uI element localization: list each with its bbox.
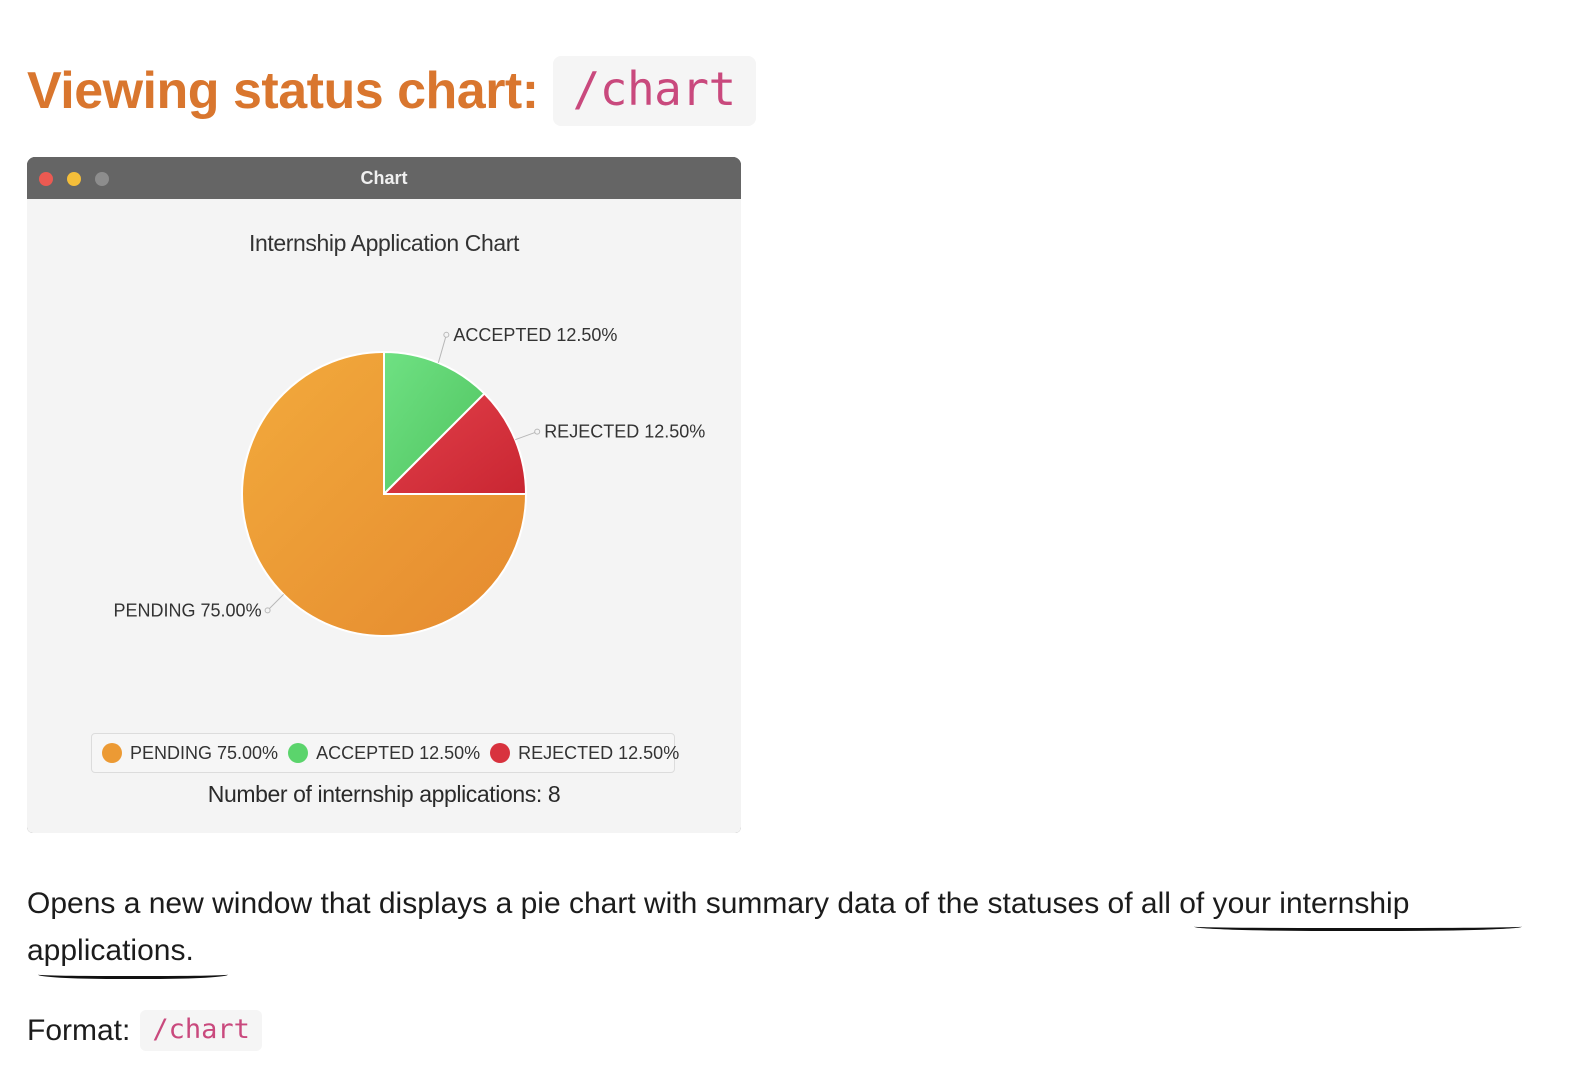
handwritten-underline-1 — [1194, 920, 1522, 931]
window-body: Internship Application Chart ACCEPTED 12… — [27, 199, 741, 833]
application-count: Number of internship applications: 8 — [207, 781, 561, 807]
legend-swatch-pending — [102, 743, 122, 763]
legend-item-rejected: REJECTED 12.50% — [490, 743, 679, 764]
legend-item-accepted: ACCEPTED 12.50% — [288, 743, 480, 764]
window-title: Chart — [360, 168, 408, 188]
legend-item-pending: PENDING 75.00% — [102, 743, 278, 764]
callout-dot-rejected — [534, 428, 541, 435]
legend-label-accepted: ACCEPTED 12.50% — [316, 742, 481, 763]
slice-label-pending: PENDING 75.00% — [114, 600, 262, 620]
format-label: Format: — [27, 1013, 131, 1047]
window-titlebar[interactable]: Chart — [27, 157, 741, 199]
chart-title: Internship Application Chart — [249, 230, 520, 256]
chart-window: Chart Internship Application Chart ACCEP… — [27, 157, 741, 833]
legend-swatch-accepted — [288, 743, 309, 763]
heading-command-code: /chart — [552, 56, 756, 126]
format-command-code: /chart — [140, 1010, 262, 1051]
legend-label-pending: PENDING 75.00% — [130, 742, 279, 763]
callout-line-accepted — [437, 334, 447, 363]
legend-label-rejected: REJECTED 12.50% — [518, 742, 680, 763]
format-line: Format: /chart — [27, 1010, 262, 1051]
callout-dot-pending — [264, 607, 271, 614]
slice-label-rejected: REJECTED 12.50% — [544, 422, 705, 442]
callout-line-pending — [267, 594, 284, 611]
description-text: Opens a new window that displays a pie c… — [27, 887, 1108, 920]
callout-line-rejected — [515, 431, 538, 441]
heading-text: Viewing status chart: — [27, 62, 539, 120]
callout-dot-accepted — [443, 331, 450, 338]
section-heading: Viewing status chart: /chart — [27, 56, 756, 126]
handwritten-underline-2 — [38, 968, 228, 979]
chart-legend: PENDING 75.00% ACCEPTED 12.50% REJECTED … — [91, 733, 679, 773]
legend-swatch-rejected — [490, 743, 511, 763]
slice-label-accepted: ACCEPTED 12.50% — [453, 325, 617, 345]
